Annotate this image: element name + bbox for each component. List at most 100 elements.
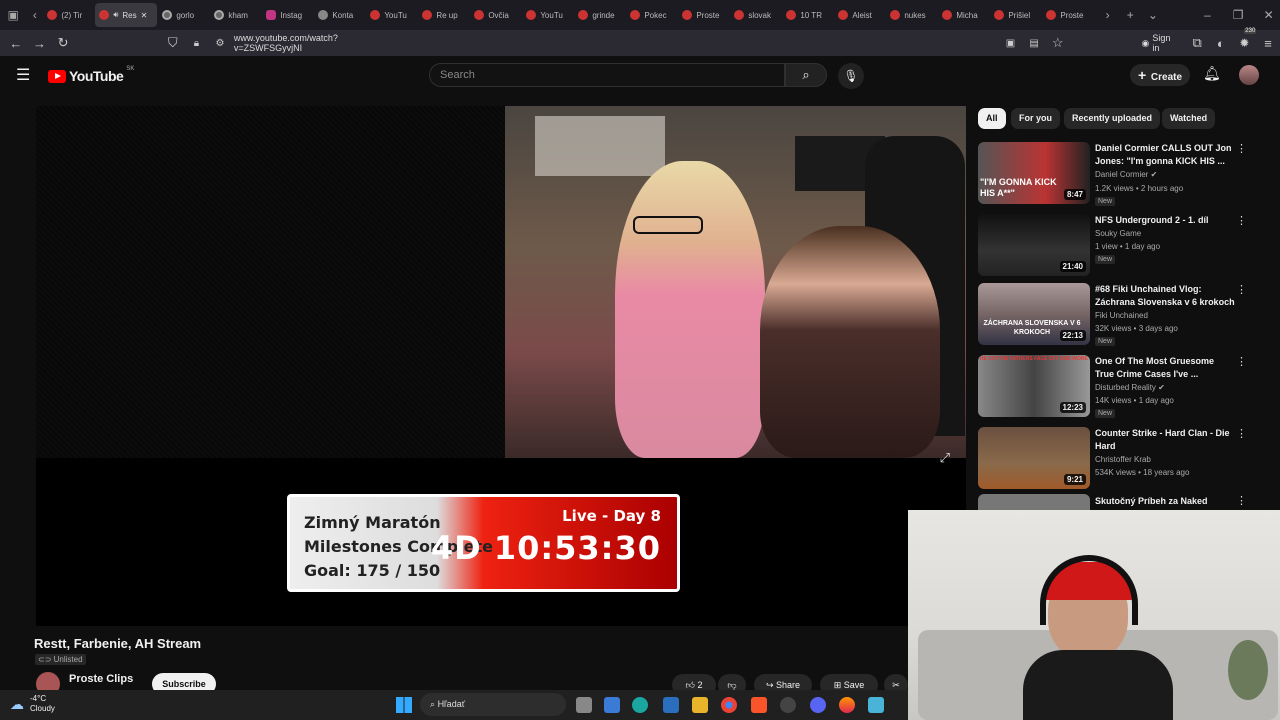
store-icon[interactable] bbox=[604, 697, 620, 713]
new-tab-icon[interactable]: + bbox=[1119, 8, 1142, 22]
weather-widget[interactable]: ☁ -4°C Cloudy bbox=[10, 694, 55, 714]
recommendation-item[interactable]: 21:40 NFS Underground 2 - 1. díl Souky G… bbox=[978, 214, 1248, 280]
taskbar-search[interactable]: ⌕ Hľadať bbox=[420, 693, 566, 716]
youtube-logo[interactable]: YouTube SK bbox=[48, 66, 134, 84]
browser-tab[interactable]: Instag bbox=[262, 3, 313, 27]
recommendation-item[interactable]: ZÁCHRANA SLOVENSKA V 6 KROKOCH 22:13 #68… bbox=[978, 283, 1248, 349]
browser-tab[interactable]: Proste bbox=[1042, 3, 1093, 27]
firefox-icon[interactable] bbox=[839, 697, 855, 713]
sign-in-button[interactable]: ◉ Sign in bbox=[1142, 33, 1180, 53]
browser-tab[interactable]: kham bbox=[210, 3, 261, 27]
browser-tab[interactable]: Proste bbox=[678, 3, 729, 27]
fullscreen-icon[interactable]: ⤢ bbox=[940, 450, 950, 466]
photos-icon[interactable] bbox=[663, 697, 679, 713]
discord-icon[interactable] bbox=[810, 697, 826, 713]
tab-list-chevron-icon[interactable]: ⌄ bbox=[1142, 8, 1165, 22]
video-title[interactable]: Skutočný Príbeh za Naked bbox=[1095, 495, 1235, 508]
recommendation-item[interactable]: "I'M GONNA KICK HIS A**" 8:47 Daniel Cor… bbox=[978, 142, 1248, 208]
browser-tab[interactable]: YouTu bbox=[522, 3, 573, 27]
recommendation-item[interactable]: HE CUT HIS FATHERS FACE OFF AND WORE IT … bbox=[978, 355, 1248, 421]
shield-icon[interactable]: ⛉ bbox=[161, 35, 185, 51]
browser-tab[interactable]: slovak bbox=[730, 3, 781, 27]
create-button[interactable]: + Create bbox=[1130, 64, 1190, 86]
extension-with-badge[interactable]: ✹ 230 bbox=[1233, 28, 1257, 52]
channel-name[interactable]: Christoffer Krab bbox=[1095, 455, 1151, 464]
restore-icon[interactable]: ❐ bbox=[1227, 8, 1250, 22]
search-button[interactable]: ⌕ bbox=[785, 63, 827, 87]
picture-in-picture-icon[interactable]: ▣ bbox=[999, 38, 1023, 49]
video-thumbnail[interactable]: "I'M GONNA KICK HIS A**" 8:47 bbox=[978, 142, 1090, 204]
video-player[interactable]: Zimný Maratón Milestones Complete Goal: … bbox=[36, 106, 966, 626]
minimize-icon[interactable]: – bbox=[1196, 8, 1219, 22]
channel-name[interactable]: Disturbed Reality ✔ bbox=[1095, 383, 1165, 392]
hamburger-menu-icon[interactable]: ☰ bbox=[16, 65, 30, 85]
search-input[interactable]: Search bbox=[429, 63, 785, 87]
forward-icon[interactable]: → bbox=[28, 36, 52, 51]
reader-view-icon[interactable]: ▤ bbox=[1022, 38, 1046, 49]
audio-playing-icon[interactable]: 🔊︎ bbox=[113, 10, 118, 20]
lock-icon[interactable]: 🔒︎ bbox=[185, 38, 209, 49]
video-thumbnail[interactable]: 9:21 bbox=[978, 427, 1090, 489]
chip-recently-uploaded[interactable]: Recently uploaded bbox=[1064, 108, 1161, 129]
browser-tab[interactable]: nukes bbox=[886, 3, 937, 27]
browser-tab[interactable]: (2) Tir bbox=[43, 3, 94, 27]
voice-search-button[interactable]: 🎙︎ bbox=[838, 63, 864, 89]
browser-tab[interactable]: 10 TR bbox=[782, 3, 833, 27]
browser-tab[interactable]: Aleist bbox=[834, 3, 885, 27]
bookmark-star-icon[interactable]: ☆ bbox=[1046, 35, 1070, 51]
page-settings-icon[interactable]: ⚙ bbox=[208, 38, 232, 49]
extensions-icon[interactable]: ⧉ bbox=[1185, 35, 1209, 51]
edge-icon[interactable] bbox=[632, 697, 648, 713]
browser-tab[interactable]: grinde bbox=[574, 3, 625, 27]
browser-tab[interactable]: Prišiel bbox=[990, 3, 1041, 27]
channel-name[interactable]: Souky Game bbox=[1095, 229, 1141, 238]
more-options-icon[interactable]: ⋮ bbox=[1236, 427, 1247, 440]
menu-icon[interactable]: ≡ bbox=[1256, 36, 1280, 51]
tab-overview-icon[interactable]: ▣ bbox=[0, 8, 26, 22]
browser-tab[interactable]: Ovčia bbox=[470, 3, 521, 27]
channel-name[interactable]: Daniel Cormier ✔ bbox=[1095, 170, 1157, 179]
close-tab-icon[interactable]: ✕ bbox=[141, 11, 148, 20]
chrome-icon[interactable] bbox=[721, 697, 737, 713]
user-avatar[interactable] bbox=[1239, 65, 1259, 85]
scroll-tabs-left-icon[interactable]: ‹ bbox=[26, 8, 43, 22]
close-window-icon[interactable]: ✕ bbox=[1257, 8, 1280, 22]
browser-tab[interactable]: 🔊︎ Res ✕ bbox=[95, 3, 158, 27]
task-view-icon[interactable] bbox=[576, 697, 592, 713]
recommendation-item[interactable]: Skutočný Príbeh za Naked ⋮ bbox=[978, 494, 1248, 510]
file-explorer-icon[interactable] bbox=[692, 697, 708, 713]
more-options-icon[interactable]: ⋮ bbox=[1236, 283, 1247, 296]
browser-tab[interactable]: Pokec bbox=[626, 3, 677, 27]
browser-tab[interactable]: Re up bbox=[418, 3, 469, 27]
more-options-icon[interactable]: ⋮ bbox=[1236, 142, 1247, 155]
channel-name[interactable]: Fiki Unchained bbox=[1095, 311, 1148, 320]
video-thumbnail[interactable] bbox=[978, 494, 1090, 510]
shield-extension-icon[interactable]: ◐ bbox=[1209, 36, 1233, 51]
chip-all[interactable]: All bbox=[978, 108, 1006, 129]
video-thumbnail[interactable]: ZÁCHRANA SLOVENSKA V 6 KROKOCH 22:13 bbox=[978, 283, 1090, 345]
recommendation-item[interactable]: 9:21 Counter Strike - Hard Clan - Die Ha… bbox=[978, 427, 1248, 493]
channel-name[interactable]: Proste Clips bbox=[69, 673, 133, 685]
windows-start-icon[interactable] bbox=[396, 697, 412, 713]
browser-tab[interactable]: Micha bbox=[938, 3, 989, 27]
video-title[interactable]: Counter Strike - Hard Clan - Die Hard bbox=[1095, 427, 1235, 453]
url-field[interactable]: www.youtube.com/watch?v=ZSWFSGyvjNI bbox=[234, 33, 404, 53]
video-title[interactable]: NFS Underground 2 - 1. díl bbox=[1095, 214, 1235, 227]
reload-icon[interactable]: ↻ bbox=[51, 35, 75, 51]
obs-icon[interactable] bbox=[780, 697, 796, 713]
back-icon[interactable]: ← bbox=[4, 36, 28, 51]
more-options-icon[interactable]: ⋮ bbox=[1236, 355, 1247, 368]
browser-tab[interactable]: Konta bbox=[314, 3, 365, 27]
more-options-icon[interactable]: ⋮ bbox=[1236, 214, 1247, 227]
browser-tab[interactable]: gorlo bbox=[158, 3, 209, 27]
scroll-tabs-right-icon[interactable]: › bbox=[1096, 8, 1119, 22]
video-thumbnail[interactable]: 21:40 bbox=[978, 214, 1090, 276]
chip-watched[interactable]: Watched bbox=[1162, 108, 1216, 129]
video-title[interactable]: #68 Fiki Unchained Vlog: Záchrana Sloven… bbox=[1095, 283, 1235, 309]
video-title[interactable]: Daniel Cormier CALLS OUT Jon Jones: "I'm… bbox=[1095, 142, 1235, 168]
video-thumbnail[interactable]: HE CUT HIS FATHERS FACE OFF AND WORE IT … bbox=[978, 355, 1090, 417]
brave-icon[interactable] bbox=[751, 697, 767, 713]
chip-for-you[interactable]: For you bbox=[1011, 108, 1060, 129]
notepad-icon[interactable] bbox=[868, 697, 884, 713]
notifications-bell-icon[interactable]: 🔔︎ bbox=[1203, 65, 1221, 82]
